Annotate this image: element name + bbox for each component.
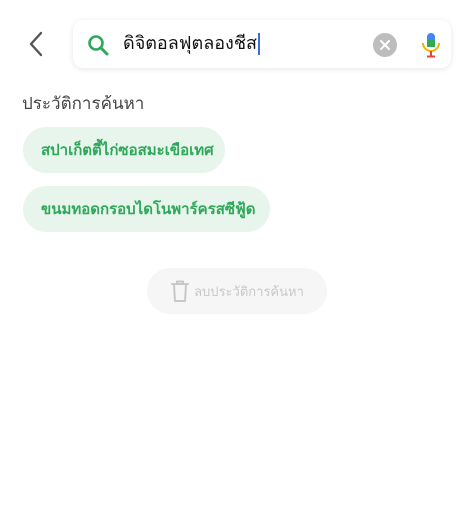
search-history-title: ประวัติการค้นหา [22,94,145,114]
search-input-value: ดิจิตอลฟุตลองชีส [123,33,258,54]
search-bar[interactable]: ดิจิตอลฟุตลองชีส [73,20,451,68]
clear-search-button[interactable] [373,33,397,57]
trash-icon [171,280,190,302]
history-chip[interactable]: ขนมทอดกรอบไดโนพาร์ครสซีฟู้ด [23,186,270,232]
history-chip-label: ขนมทอดกรอบไดโนพาร์ครสซีฟู้ด [41,200,256,218]
history-chip[interactable]: สปาเก็ตตี้ไก่ซอสมะเขือเทศ [23,127,225,173]
clear-history-button[interactable]: ลบประวัติการค้นหา [147,268,327,314]
history-chip-label: สปาเก็ตตี้ไก่ซอสมะเขือเทศ [41,141,214,159]
search-icon [88,35,109,56]
clear-history-label: ลบประวัติการค้นหา [194,284,304,300]
text-caret [258,33,261,55]
chevron-left-icon [29,31,43,57]
search-input[interactable]: ดิจิตอลฟุตลองชีส [123,28,363,60]
search-page: ดิจิตอลฟุตลองชีส ประวัติการค้นหา สปาเก็ต… [0,0,474,527]
clear-icon [380,40,390,50]
microphone-icon[interactable] [419,31,443,59]
back-button[interactable] [18,26,54,62]
